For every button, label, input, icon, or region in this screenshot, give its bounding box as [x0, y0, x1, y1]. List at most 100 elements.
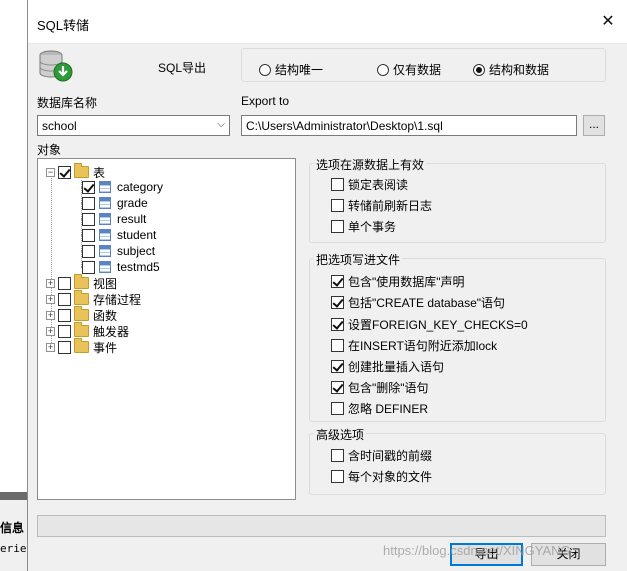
- option-flush-logs[interactable]: 转储前刷新日志: [331, 197, 432, 214]
- radio-button-icon[interactable]: [377, 63, 389, 76]
- tree-node-category[interactable]: category: [82, 179, 163, 195]
- checkbox[interactable]: [331, 381, 344, 394]
- expand-icon[interactable]: +: [46, 294, 55, 304]
- option-file-per-object[interactable]: 每个对象的文件: [331, 468, 432, 485]
- expand-icon[interactable]: +: [46, 278, 55, 288]
- checkbox[interactable]: [331, 199, 344, 212]
- checkbox[interactable]: [331, 178, 344, 191]
- tree-node-views[interactable]: + 视图: [46, 274, 117, 291]
- tree-node-result[interactable]: result: [82, 211, 146, 227]
- table-icon: [99, 261, 111, 273]
- collapse-icon[interactable]: −: [46, 167, 55, 177]
- checkbox[interactable]: [331, 275, 344, 288]
- expand-icon[interactable]: +: [46, 310, 55, 320]
- option-label: 锁定表阅读: [348, 178, 409, 192]
- table-icon: [99, 229, 111, 241]
- radio-structure-only[interactable]: 结构唯一: [259, 61, 323, 78]
- table-icon: [99, 245, 111, 257]
- checkbox[interactable]: [331, 318, 344, 331]
- checkbox[interactable]: [82, 180, 95, 194]
- folder-icon: [74, 322, 89, 337]
- tree-node-triggers[interactable]: + 触发器: [46, 322, 130, 339]
- progress-bar: [37, 515, 606, 537]
- checkbox[interactable]: [331, 470, 344, 483]
- option-bulk-insert[interactable]: 创建批量插入语句: [331, 358, 444, 375]
- option-create-database[interactable]: 包括"CREATE database"语句: [331, 294, 505, 311]
- background-text: erie: [0, 542, 27, 555]
- tree-node-tables[interactable]: − 表: [46, 163, 105, 180]
- checkbox[interactable]: [82, 228, 95, 242]
- tree-node-subject[interactable]: subject: [82, 243, 155, 259]
- tree-node-label: 事件: [93, 340, 118, 355]
- checkbox[interactable]: [82, 260, 95, 274]
- close-icon[interactable]: ✕: [600, 14, 616, 30]
- objects-tree[interactable]: − 表 category grade result student subjec…: [37, 158, 296, 500]
- tree-node-label: result: [117, 212, 147, 226]
- database-select[interactable]: school ⌵: [37, 115, 230, 136]
- tree-node-student[interactable]: student: [82, 227, 156, 243]
- expand-icon[interactable]: +: [46, 342, 55, 352]
- tree-node-functions[interactable]: + 函数: [46, 306, 118, 323]
- checkbox[interactable]: [82, 244, 95, 258]
- option-insert-lock[interactable]: 在INSERT语句附近添加lock: [331, 337, 497, 354]
- export-button[interactable]: 导出: [450, 543, 523, 566]
- checkbox[interactable]: [331, 402, 344, 415]
- checkbox[interactable]: [331, 360, 344, 373]
- option-label: 包括"CREATE database"语句: [348, 296, 506, 310]
- tree-node-label: 函数: [93, 308, 118, 323]
- checkbox[interactable]: [331, 296, 344, 309]
- export-to-label: Export to: [241, 94, 290, 108]
- browse-button[interactable]: ...: [583, 115, 605, 136]
- expand-icon[interactable]: +: [46, 326, 55, 336]
- option-label: 含时间戳的前缀: [348, 449, 433, 463]
- option-label: 包含"删除"语句: [348, 381, 429, 395]
- tree-node-label: category: [117, 180, 164, 194]
- folder-icon: [74, 306, 89, 321]
- tree-node-events[interactable]: + 事件: [46, 338, 118, 355]
- table-icon: [99, 213, 111, 225]
- export-path-input[interactable]: C:\Users\Administrator\Desktop\1.sql: [241, 115, 577, 136]
- title-bar: SQL转储 ✕: [28, 0, 627, 44]
- radio-data-only[interactable]: 仅有数据: [377, 61, 441, 78]
- checkbox[interactable]: [82, 212, 95, 226]
- checkbox[interactable]: [82, 196, 95, 210]
- folder-icon: [74, 338, 89, 353]
- checkbox[interactable]: [58, 308, 71, 322]
- checkbox[interactable]: [58, 340, 71, 354]
- option-label: 转储前刷新日志: [348, 199, 433, 213]
- tree-node-label: subject: [117, 244, 156, 258]
- objects-label: 对象: [37, 143, 62, 157]
- folder-icon: [74, 163, 89, 178]
- checkbox[interactable]: [331, 220, 344, 233]
- option-lock-tables[interactable]: 锁定表阅读: [331, 176, 408, 193]
- radio-button-icon[interactable]: [259, 63, 271, 76]
- option-ignore-definer[interactable]: 忽略 DEFINER: [331, 400, 428, 417]
- chevron-down-icon[interactable]: ⌵: [217, 119, 225, 130]
- checkbox[interactable]: [58, 292, 71, 306]
- option-single-transaction[interactable]: 单个事务: [331, 218, 396, 235]
- tree-node-label: testmd5: [117, 260, 160, 274]
- checkbox[interactable]: [58, 165, 71, 179]
- option-label: 忽略 DEFINER: [348, 402, 429, 416]
- tree-node-testmd5[interactable]: testmd5: [82, 259, 160, 275]
- checkbox[interactable]: [58, 276, 71, 290]
- folder-icon: [74, 274, 89, 289]
- option-label: 单个事务: [348, 220, 397, 234]
- option-drop-statements[interactable]: 包含"删除"语句: [331, 379, 429, 396]
- radio-structure-and-data[interactable]: 结构和数据: [473, 61, 549, 78]
- radio-label: 结构和数据: [489, 63, 550, 77]
- checkbox[interactable]: [331, 449, 344, 462]
- option-label: 设置FOREIGN_KEY_CHECKS=0: [348, 318, 528, 332]
- tree-node-label: 触发器: [93, 324, 130, 339]
- checkbox[interactable]: [58, 324, 71, 338]
- radio-button-icon[interactable]: [473, 63, 485, 76]
- tree-node-grade[interactable]: grade: [82, 195, 148, 211]
- option-foreign-key-checks[interactable]: 设置FOREIGN_KEY_CHECKS=0: [331, 316, 528, 333]
- table-icon: [99, 197, 111, 209]
- option-label: 包含"使用数据库"声明: [348, 275, 465, 289]
- close-button[interactable]: 关闭: [531, 543, 606, 566]
- option-use-database[interactable]: 包含"使用数据库"声明: [331, 273, 465, 290]
- tree-node-procedures[interactable]: + 存储过程: [46, 290, 141, 307]
- option-timestamp-prefix[interactable]: 含时间戳的前缀: [331, 447, 432, 464]
- checkbox[interactable]: [331, 339, 344, 352]
